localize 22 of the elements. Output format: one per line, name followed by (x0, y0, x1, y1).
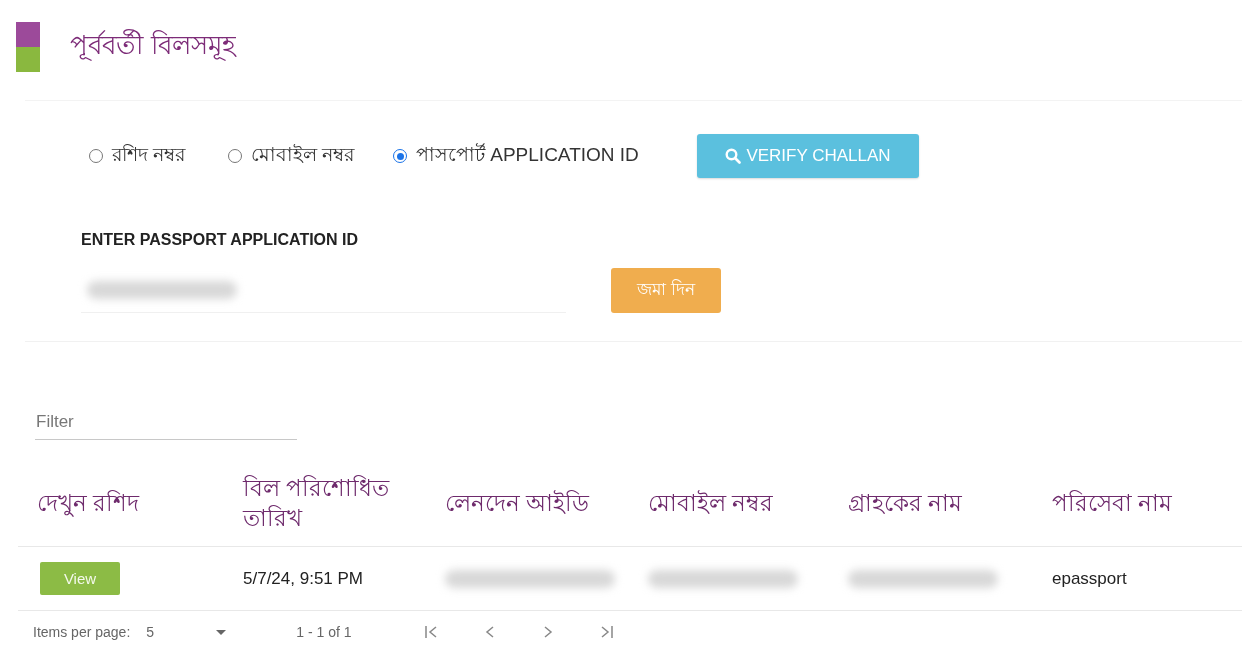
radio-option[interactable]: মোবাইল নম্বর (228, 140, 355, 172)
brand-square-icon (16, 22, 40, 72)
column-header: দেখুন রশিদ (18, 462, 224, 547)
page-range-label: 1 - 1 of 1 (296, 624, 352, 640)
column-header: বিল পরিশোধিত তারিখ (224, 462, 426, 547)
page-size-select[interactable]: 5 (146, 624, 227, 640)
radio-selected-icon[interactable] (393, 149, 407, 163)
table-cell-text: 5/7/24, 9:51 PM (243, 568, 364, 589)
column-header: লেনদেন আইডি (426, 462, 629, 547)
page-title: পূর্ববর্তী বিলসমূহ (70, 28, 237, 63)
radio-empty-icon[interactable] (89, 149, 103, 163)
table-cell-text: epassport (1052, 568, 1127, 589)
search-icon (725, 148, 742, 164)
field-label: ENTER PASSPORT APPLICATION ID (81, 231, 359, 249)
column-header: মোবাইল নম্বর (629, 462, 829, 547)
column-header: পরিসেবা নাম (1033, 462, 1242, 547)
column-header: গ্রাহকের নাম (829, 462, 1033, 547)
items-per-page-label: Items per page: (33, 624, 131, 640)
radio-option[interactable]: পাসপোর্ট APPLICATION ID (393, 140, 639, 172)
radio-empty-icon[interactable] (228, 149, 242, 163)
caret-icon (216, 629, 227, 635)
radio-option[interactable]: রশিদ নম্বর (89, 140, 186, 172)
